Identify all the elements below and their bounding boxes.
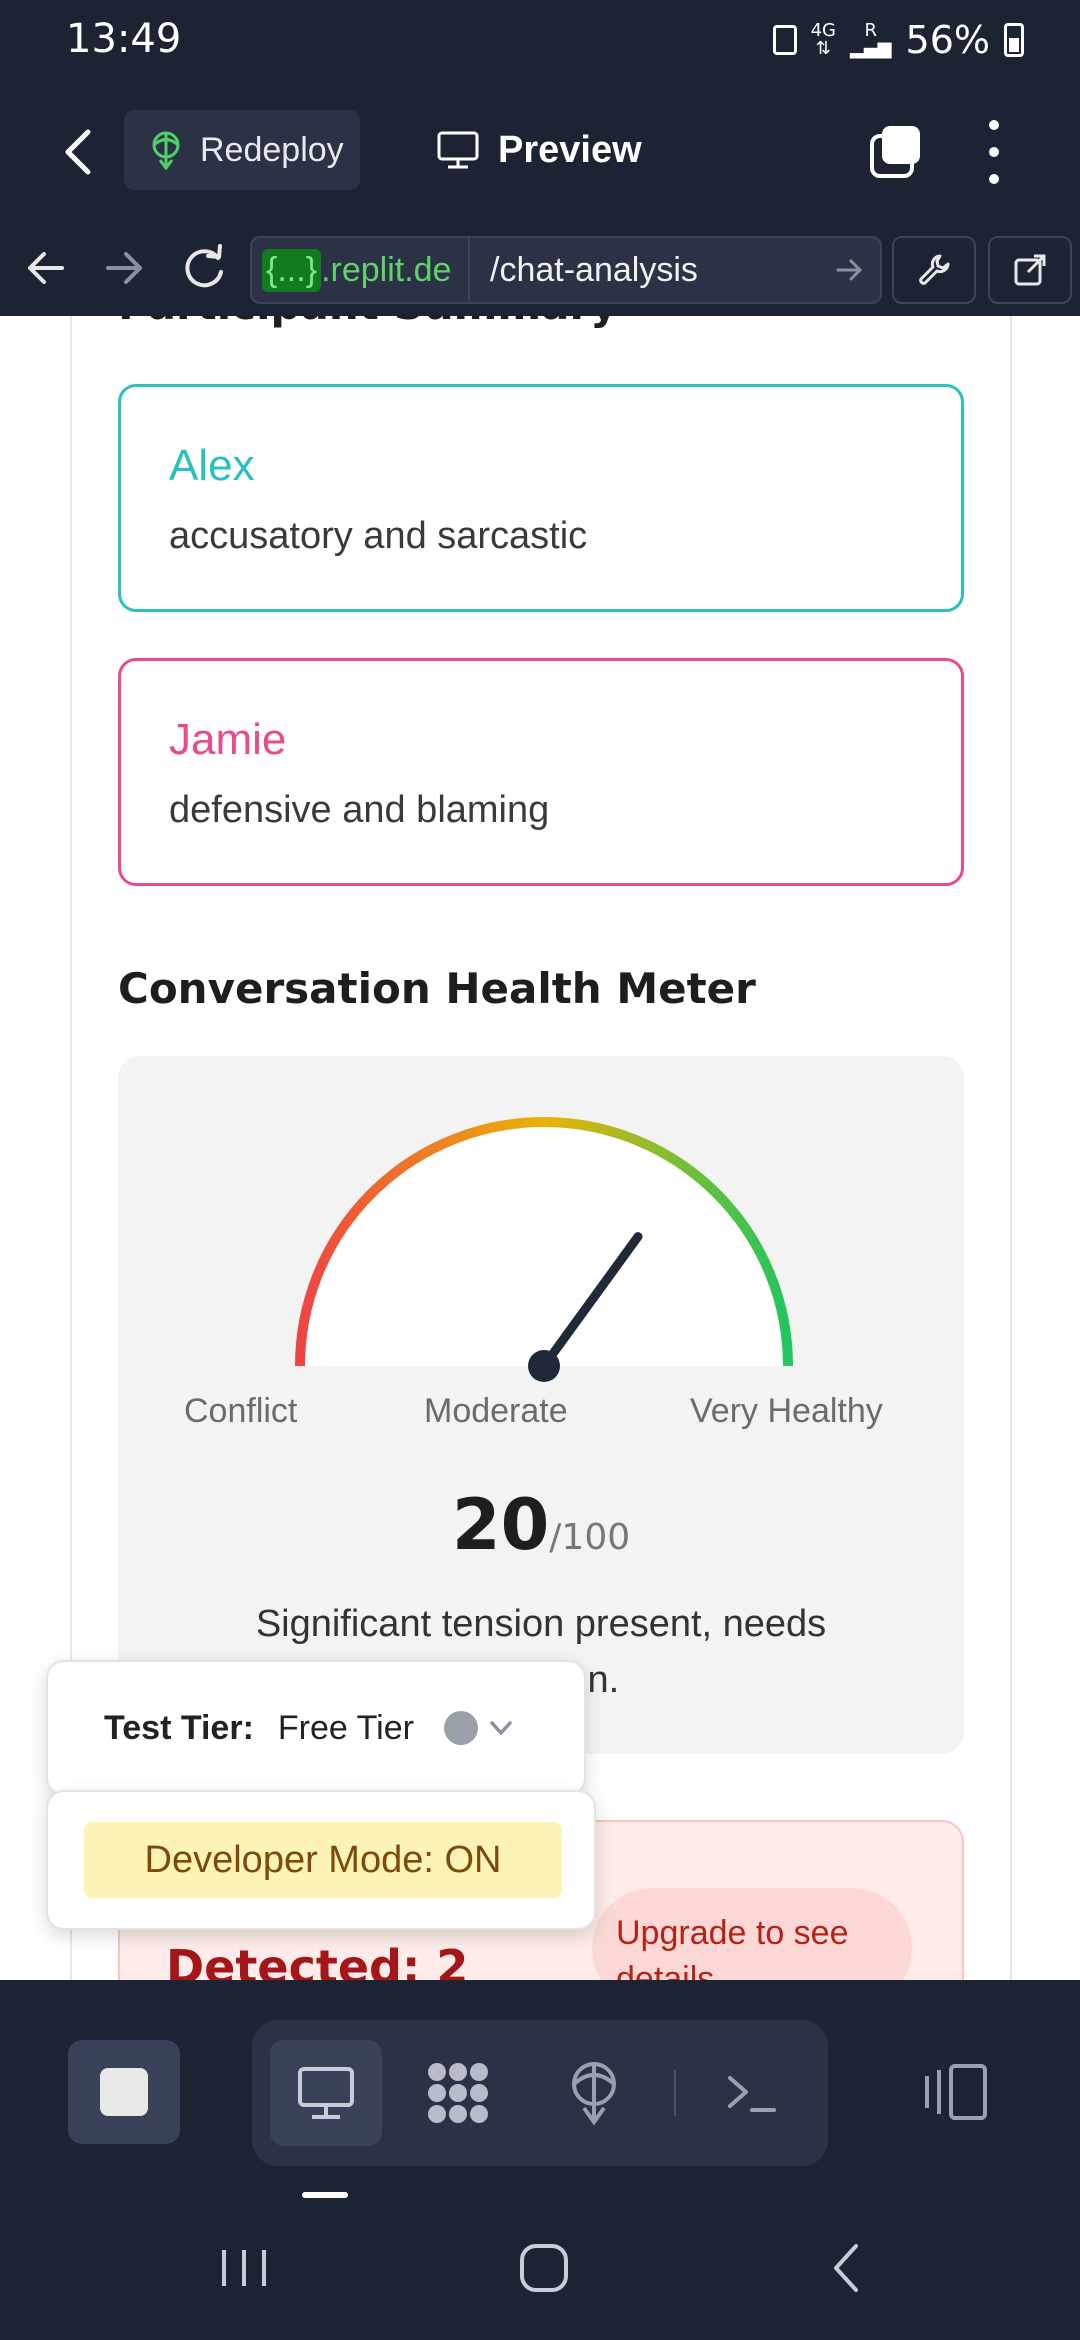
home-button[interactable] bbox=[514, 2238, 574, 2298]
deploy-icon bbox=[572, 2062, 616, 2126]
tier-value: Free Tier bbox=[277, 1708, 414, 1747]
external-link-icon bbox=[1014, 254, 1046, 286]
url-domain: {...} .replit.de bbox=[252, 238, 470, 302]
arrow-right-icon bbox=[836, 259, 862, 281]
status-icons: 4G ⇅ R ▂▄▆ 56% bbox=[772, 18, 1024, 62]
score-max: /100 bbox=[549, 1517, 631, 1558]
url-path: /chat-analysis bbox=[490, 250, 698, 289]
chevron-left-icon bbox=[65, 129, 91, 175]
workspace-tools bbox=[252, 2020, 828, 2166]
participant-description: defensive and blaming bbox=[169, 789, 550, 831]
sim-icon bbox=[772, 25, 797, 55]
panels-icon bbox=[925, 2064, 987, 2120]
shell-tool-button[interactable] bbox=[696, 2040, 808, 2146]
tier-label: Test Tier: bbox=[104, 1708, 254, 1747]
redeploy-label: Redeploy bbox=[200, 130, 344, 169]
stop-button[interactable] bbox=[68, 2040, 180, 2144]
signal-icon: R ▂▄▆ bbox=[850, 20, 892, 59]
health-meter-title: Conversation Health Meter bbox=[118, 964, 756, 1013]
stop-icon bbox=[100, 2068, 148, 2116]
more-vertical-icon[interactable] bbox=[974, 120, 1014, 184]
tabs-icon bbox=[870, 126, 920, 178]
participant-summary-title: Participant Summary bbox=[118, 316, 618, 329]
gauge-label-moderate: Moderate bbox=[424, 1392, 568, 1430]
bottom-toolbar bbox=[0, 1980, 1080, 2340]
developer-mode-panel: Developer Mode: ON bbox=[46, 1790, 596, 1930]
url-bar: {...} .replit.de /chat-analysis bbox=[0, 220, 1080, 316]
gauge-labels: Conflict Moderate Very Healthy bbox=[184, 1392, 904, 1442]
url-go-button[interactable] bbox=[820, 238, 880, 302]
url-field[interactable]: {...} .replit.de /chat-analysis bbox=[250, 236, 882, 304]
upgrade-button[interactable]: Upgrade to see details bbox=[592, 1888, 912, 1980]
score-value: 20 bbox=[451, 1484, 550, 1566]
preview-tool-button[interactable] bbox=[270, 2040, 382, 2146]
preview-tab[interactable]: Preview bbox=[436, 110, 642, 190]
open-external-button[interactable] bbox=[988, 236, 1072, 304]
participant-card-alex: Alex accusatory and sarcastic bbox=[118, 384, 964, 612]
gauge-label-conflict: Conflict bbox=[184, 1392, 298, 1430]
arrow-left-icon bbox=[28, 252, 64, 284]
monitor-icon bbox=[298, 2067, 354, 2119]
reload-icon bbox=[185, 244, 223, 288]
system-back-button[interactable] bbox=[818, 2238, 878, 2298]
battery-icon bbox=[1004, 23, 1024, 57]
participant-name: Alex bbox=[169, 441, 255, 490]
arrow-right-icon bbox=[106, 252, 142, 284]
toolbar-divider bbox=[674, 2070, 676, 2116]
health-gauge bbox=[295, 1117, 793, 1382]
devtools-button[interactable] bbox=[892, 236, 976, 304]
developer-mode-badge[interactable]: Developer Mode: ON bbox=[84, 1822, 562, 1898]
chevron-down-icon bbox=[490, 1721, 512, 1735]
home-icon bbox=[520, 2244, 568, 2292]
gauge-label-very-healthy: Very Healthy bbox=[690, 1392, 883, 1430]
preview-label: Preview bbox=[498, 128, 642, 171]
back-button[interactable] bbox=[56, 122, 104, 182]
health-score: 20/100 bbox=[118, 1484, 964, 1566]
redeploy-button[interactable]: Redeploy bbox=[124, 110, 360, 190]
nav-back-button[interactable] bbox=[20, 242, 72, 294]
battery-percent: 56% bbox=[905, 18, 990, 62]
agent-icon bbox=[428, 2063, 488, 2123]
status-bar: 13:49 4G ⇅ R ▂▄▆ 56% bbox=[0, 0, 1080, 84]
status-time: 13:49 bbox=[66, 16, 182, 62]
chevron-left-icon bbox=[834, 2244, 858, 2292]
recents-icon bbox=[222, 2250, 266, 2286]
monitor-icon bbox=[437, 131, 479, 169]
reload-button[interactable] bbox=[178, 242, 230, 294]
deploy-icon bbox=[152, 131, 180, 170]
terminal-icon bbox=[728, 2076, 776, 2112]
wrench-icon bbox=[919, 254, 950, 285]
nav-forward-button[interactable] bbox=[98, 242, 150, 294]
test-tier-selector[interactable]: Test Tier: Free Tier bbox=[46, 1660, 586, 1796]
recents-button[interactable] bbox=[214, 2238, 274, 2298]
tabs-button[interactable] bbox=[868, 124, 924, 180]
participant-description: accusatory and sarcastic bbox=[169, 515, 588, 557]
participant-card-jamie: Jamie defensive and blaming bbox=[118, 658, 964, 886]
app-header: Redeploy Preview bbox=[0, 84, 1080, 220]
gauge-pivot bbox=[528, 1350, 560, 1382]
deployments-tool-button[interactable] bbox=[538, 2040, 650, 2146]
active-tab-indicator bbox=[302, 2192, 348, 2198]
agent-tool-button[interactable] bbox=[402, 2040, 514, 2146]
network-type: 4G ⇅ bbox=[810, 20, 836, 59]
panels-button[interactable] bbox=[920, 2044, 992, 2140]
health-meter-panel: Conflict Moderate Very Healthy 20/100 Si… bbox=[118, 1056, 964, 1754]
participant-name: Jamie bbox=[169, 715, 287, 764]
tier-status-dot bbox=[443, 1711, 478, 1745]
